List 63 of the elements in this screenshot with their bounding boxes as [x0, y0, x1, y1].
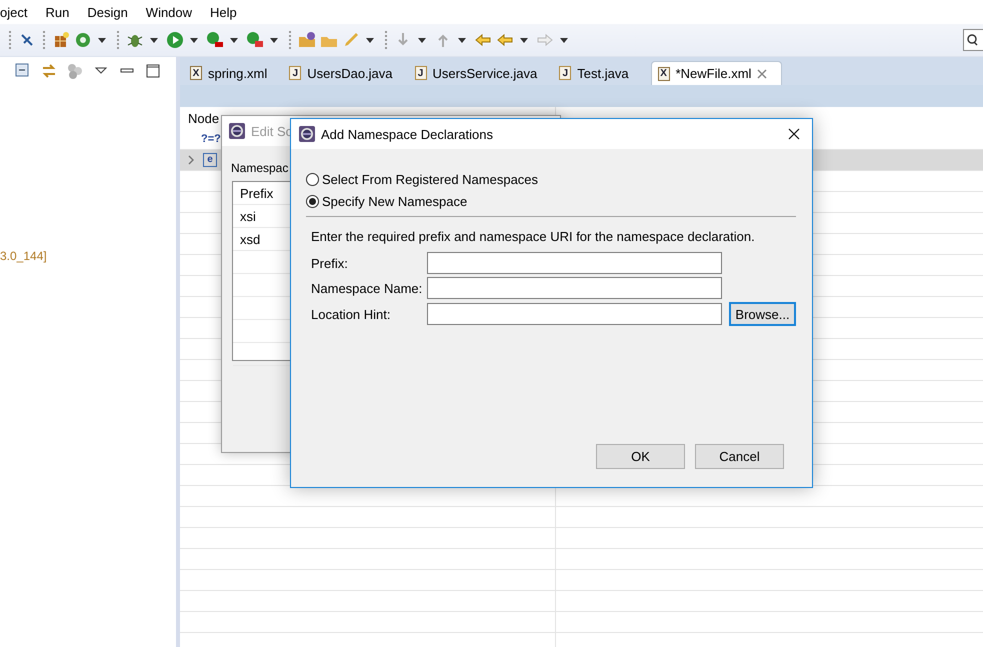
window-title: Add Namespace Declarations	[321, 126, 494, 142]
caret-icon[interactable]	[418, 38, 426, 42]
dialog-button[interactable]: Cancel	[695, 444, 784, 469]
instruction-icon: ?=?	[201, 133, 221, 145]
java-file-icon: J	[559, 66, 572, 80]
back-arrow-icon[interactable]	[496, 31, 514, 49]
package-icon[interactable]	[52, 31, 70, 49]
caret-icon[interactable]	[150, 38, 158, 42]
gear-icon	[299, 126, 315, 142]
caret-icon[interactable]	[560, 38, 568, 42]
menu-item[interactable]: Run	[45, 4, 78, 20]
section-label: Namespac	[231, 161, 288, 175]
radio-label[interactable]: Specify New Namespace	[322, 194, 468, 208]
maximize-icon[interactable]	[144, 62, 162, 80]
list-item[interactable]: xsi	[240, 208, 256, 224]
editor-tab[interactable]: J UsersDao.java	[283, 61, 407, 85]
column-header: Prefix	[240, 186, 274, 200]
dialog-button[interactable]: OK	[596, 444, 685, 469]
play-icon[interactable]	[166, 31, 184, 49]
list-item[interactable]: xsd	[240, 232, 260, 246]
input-field[interactable]	[427, 277, 722, 299]
java-file-icon: J	[289, 66, 302, 80]
search-field[interactable]	[963, 29, 983, 51]
radio-label[interactable]: Select From Registered Namespaces	[322, 172, 538, 186]
caret-icon[interactable]	[458, 38, 466, 42]
menu-item[interactable]: Help	[210, 4, 245, 20]
field-label: Prefix:	[311, 256, 349, 270]
column-header: Node	[188, 110, 220, 126]
element-icon: e	[203, 153, 217, 167]
editor-tab[interactable]: X spring.xml	[184, 61, 282, 85]
folder-icon[interactable]	[298, 31, 316, 49]
run-icon[interactable]	[206, 31, 224, 49]
caret-icon[interactable]	[190, 38, 198, 42]
input-field[interactable]	[427, 303, 722, 325]
console-text: 3.0_144]	[0, 249, 48, 263]
radio-button[interactable]	[306, 194, 319, 208]
back-arrow-icon[interactable]	[474, 31, 492, 49]
menu-item[interactable]: Window	[146, 4, 200, 20]
editor-tab[interactable]: J Test.java	[553, 61, 643, 85]
caret-icon[interactable]	[366, 38, 374, 42]
radio-button[interactable]	[306, 172, 319, 186]
link-icon[interactable]	[40, 62, 58, 80]
xml-file-icon: X	[190, 66, 202, 80]
caret-icon[interactable]	[98, 38, 106, 42]
caret-icon[interactable]	[270, 38, 278, 42]
menu-item[interactable]: Design	[87, 4, 136, 20]
input-field[interactable]	[427, 252, 722, 274]
xml-file-icon: X	[658, 66, 670, 80]
search-icon	[967, 34, 978, 46]
editor-tab[interactable]: J UsersService.java	[408, 61, 552, 85]
gear-icon	[229, 123, 245, 139]
field-label: Namespace Name:	[311, 280, 424, 296]
caret-icon[interactable]	[230, 38, 238, 42]
run-icon[interactable]	[246, 31, 264, 49]
close-icon[interactable]	[788, 128, 800, 140]
field-label: Location Hint:	[311, 306, 392, 322]
browse-button[interactable]: Browse...	[729, 302, 796, 326]
editor-tab[interactable]: X *NewFile.xml	[650, 61, 782, 85]
description-text: Enter the required prefix and namespace URI for the namespace declaration.	[311, 229, 756, 244]
chevron-icon[interactable]	[188, 155, 195, 165]
menu-item[interactable]: oject	[0, 4, 36, 20]
caret-icon[interactable]	[520, 38, 528, 42]
java-file-icon: J	[414, 66, 427, 80]
